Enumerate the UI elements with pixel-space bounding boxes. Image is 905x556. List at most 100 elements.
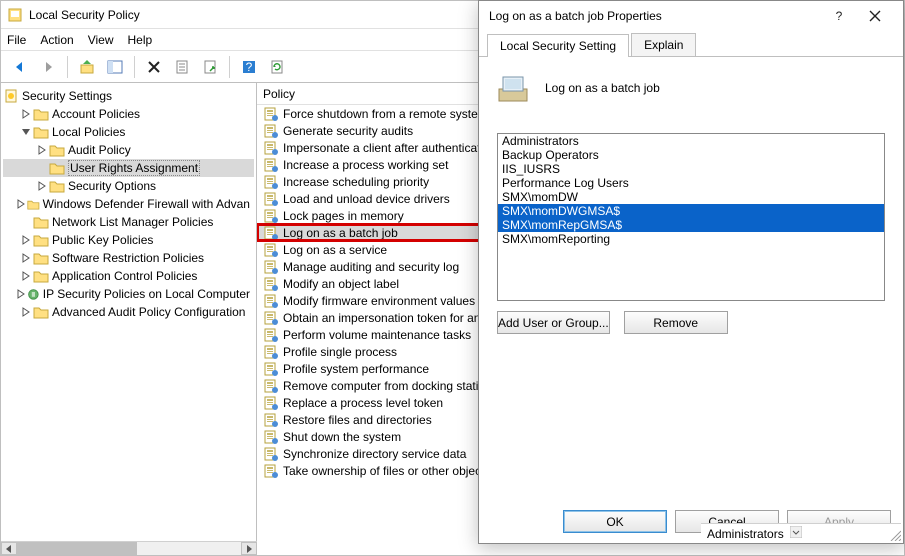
twisty-icon[interactable] xyxy=(35,179,49,193)
forward-button[interactable] xyxy=(35,54,61,80)
user-list-item[interactable]: SMX\momDW xyxy=(498,190,884,204)
tree-item[interactable]: Network List Manager Policies xyxy=(3,213,254,231)
tab-explain[interactable]: Explain xyxy=(631,33,696,56)
twisty-icon[interactable] xyxy=(16,197,27,211)
user-listbox[interactable]: AdministratorsBackup OperatorsIIS_IUSRSP… xyxy=(497,133,885,301)
twisty-icon[interactable] xyxy=(35,143,49,157)
policy-item-label: Perform volume maintenance tasks xyxy=(283,328,471,342)
user-name: SMX\momDWGMSA$ xyxy=(502,204,620,218)
policy-item-label: Restore files and directories xyxy=(283,413,432,427)
policy-item-label: Replace a process level token xyxy=(283,396,443,410)
policy-item-icon xyxy=(263,378,279,394)
tree-root[interactable]: Security Settings xyxy=(3,87,254,105)
scroll-track[interactable] xyxy=(17,542,241,555)
user-list-item[interactable]: Backup Operators xyxy=(498,148,884,162)
policy-item-icon xyxy=(263,429,279,445)
policy-item-label: Profile system performance xyxy=(283,362,429,376)
tree-item-label: IP Security Policies on Local Computer xyxy=(43,287,250,301)
tree-item[interactable]: User Rights Assignment xyxy=(3,159,254,177)
folder-icon xyxy=(33,232,49,248)
tree-item-label: Software Restriction Policies xyxy=(52,251,204,265)
policy-item-icon xyxy=(263,327,279,343)
user-name: Backup Operators xyxy=(502,148,599,162)
scroll-thumb[interactable] xyxy=(17,542,137,555)
twisty-icon[interactable] xyxy=(19,125,33,139)
tree-item[interactable]: Account Policies xyxy=(3,105,254,123)
dialog-help-button[interactable]: ? xyxy=(821,2,857,30)
folder-icon xyxy=(33,106,49,122)
folder-icon xyxy=(33,214,49,230)
policy-item-icon xyxy=(263,446,279,462)
folder-icon xyxy=(33,304,49,320)
twisty-icon[interactable] xyxy=(19,269,33,283)
policy-icon xyxy=(497,71,531,105)
dialog-close-button[interactable] xyxy=(857,2,893,30)
ok-button[interactable]: OK xyxy=(563,510,667,533)
policy-name: Log on as a batch job xyxy=(545,81,660,95)
tree-item[interactable]: Public Key Policies xyxy=(3,231,254,249)
dialog-titlebar: Log on as a batch job Properties ? xyxy=(479,1,903,31)
menu-view[interactable]: View xyxy=(88,33,114,47)
tree-item-label: Windows Defender Firewall with Advan xyxy=(43,197,250,211)
show-hide-tree-button[interactable] xyxy=(102,54,128,80)
user-list-item[interactable]: SMX\momRepGMSA$ xyxy=(498,218,884,232)
twisty-icon[interactable] xyxy=(19,251,33,265)
tree-item[interactable]: Windows Defender Firewall with Advan xyxy=(3,195,254,213)
menu-help[interactable]: Help xyxy=(128,33,153,47)
add-user-button[interactable]: Add User or Group... xyxy=(497,311,610,334)
policy-item-label: Generate security audits xyxy=(283,124,413,138)
toolbar-separator xyxy=(134,56,135,78)
tree-item[interactable]: Security Options xyxy=(3,177,254,195)
delete-button[interactable] xyxy=(141,54,167,80)
policy-item-label: Profile single process xyxy=(283,345,397,359)
menu-file[interactable]: File xyxy=(7,33,26,47)
user-list-item[interactable]: Performance Log Users xyxy=(498,176,884,190)
twisty-icon[interactable] xyxy=(19,305,33,319)
folder-icon xyxy=(33,268,49,284)
back-button[interactable] xyxy=(7,54,33,80)
policy-item-label: Obtain an impersonation token for an xyxy=(283,311,480,325)
menu-action[interactable]: Action xyxy=(40,33,73,47)
folder-icon xyxy=(33,124,49,140)
policy-item-label: Impersonate a client after authenticati xyxy=(283,141,483,155)
tree-item[interactable]: Advanced Audit Policy Configuration xyxy=(3,303,254,321)
tree-item[interactable]: Application Control Policies xyxy=(3,267,254,285)
twisty-icon[interactable] xyxy=(16,287,27,301)
user-list-item[interactable]: Administrators xyxy=(498,134,884,148)
policy-item-icon xyxy=(263,276,279,292)
tree[interactable]: Security Settings Account Policies Local … xyxy=(1,83,256,325)
toolbar-separator xyxy=(67,56,68,78)
help-button[interactable]: ? xyxy=(236,54,262,80)
tree-item[interactable]: IP Security Policies on Local Computer xyxy=(3,285,254,303)
app-icon xyxy=(7,7,23,23)
policy-item-icon xyxy=(263,191,279,207)
export-button[interactable] xyxy=(197,54,223,80)
remove-button[interactable]: Remove xyxy=(624,311,728,334)
tab-local-security-setting[interactable]: Local Security Setting xyxy=(487,34,629,57)
policy-item-icon xyxy=(263,123,279,139)
tree-item[interactable]: Local Policies xyxy=(3,123,254,141)
resize-grip-icon[interactable] xyxy=(887,527,901,541)
user-list-item[interactable]: IIS_IUSRS xyxy=(498,162,884,176)
tree-root-label: Security Settings xyxy=(22,89,112,103)
user-list-item[interactable]: SMX\momReporting xyxy=(498,232,884,246)
user-list-item[interactable]: SMX\momDWGMSA$ xyxy=(498,204,884,218)
tree-item[interactable]: Software Restriction Policies xyxy=(3,249,254,267)
policy-item-label: Shut down the system xyxy=(283,430,401,444)
scroll-right-button[interactable] xyxy=(241,542,257,555)
policy-item-label: Force shutdown from a remote system xyxy=(283,107,488,121)
refresh-button[interactable] xyxy=(264,54,290,80)
properties-button[interactable] xyxy=(169,54,195,80)
up-button[interactable] xyxy=(74,54,100,80)
dialog-title: Log on as a batch job Properties xyxy=(489,9,821,23)
status-dropdown-icon[interactable] xyxy=(790,526,802,541)
policy-item-label: Log on as a batch job xyxy=(283,226,398,240)
twisty-icon[interactable] xyxy=(19,233,33,247)
horizontal-scrollbar[interactable] xyxy=(1,541,257,555)
twisty-icon[interactable] xyxy=(19,107,33,121)
policy-item-label: Log on as a service xyxy=(283,243,387,257)
tree-item-label: Account Policies xyxy=(52,107,140,121)
policy-item-label: Synchronize directory service data xyxy=(283,447,466,461)
scroll-left-button[interactable] xyxy=(1,542,17,555)
tree-item[interactable]: Audit Policy xyxy=(3,141,254,159)
